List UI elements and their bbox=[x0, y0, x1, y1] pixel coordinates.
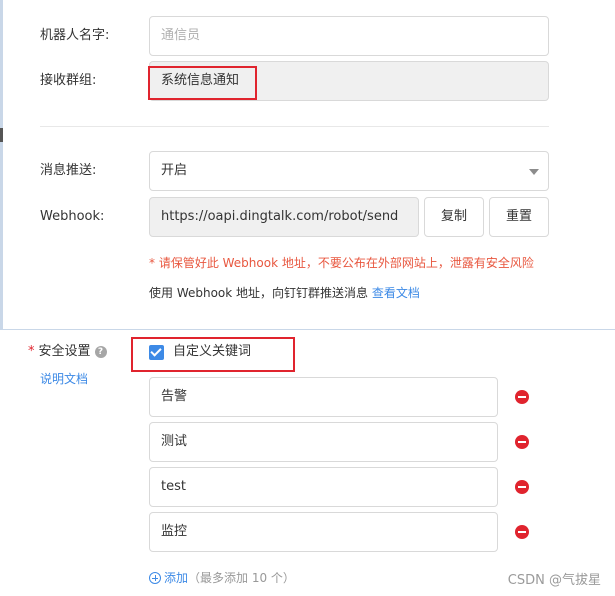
add-keyword-label: 添加 bbox=[164, 571, 189, 585]
panel-edge-marker bbox=[0, 128, 3, 142]
robot-name-label: 机器人名字: bbox=[40, 28, 110, 43]
view-docs-link[interactable]: 查看文档 bbox=[372, 286, 420, 300]
webhook-hint-text: 使用 Webhook 地址，向钉钉群推送消息 bbox=[149, 286, 369, 300]
help-icon[interactable]: ? bbox=[94, 345, 107, 358]
receive-group-label: 接收群组: bbox=[40, 73, 97, 88]
webhook-field: https://oapi.dingtalk.com/robot/send bbox=[149, 197, 419, 237]
section-divider bbox=[40, 126, 549, 127]
highlight-box-keywords bbox=[131, 337, 295, 372]
message-push-value: 开启 bbox=[161, 163, 188, 178]
add-circle-icon bbox=[149, 572, 161, 584]
message-push-label: 消息推送: bbox=[40, 163, 97, 178]
webhook-hint: 使用 Webhook 地址，向钉钉群推送消息 查看文档 bbox=[149, 284, 420, 301]
webhook-label: Webhook: bbox=[40, 209, 105, 224]
add-keyword-link[interactable]: 添加（最多添加 10 个） bbox=[149, 569, 295, 586]
copy-button[interactable]: 复制 bbox=[424, 197, 484, 237]
required-mark: * bbox=[28, 344, 35, 359]
keyword-input-4[interactable]: 监控 bbox=[149, 512, 498, 552]
watermark: CSDN @气拔星 bbox=[507, 573, 601, 588]
webhook-warning: * 请保管好此 Webhook 地址，不要公布在外部网站上，泄露有安全风险 bbox=[149, 256, 534, 270]
security-settings-text: 安全设置 bbox=[38, 344, 91, 359]
remove-keyword-icon-4[interactable] bbox=[515, 525, 529, 539]
remove-keyword-icon-2[interactable] bbox=[515, 435, 529, 449]
security-settings-label: * 安全设置? bbox=[28, 342, 107, 362]
keyword-input-2[interactable]: 测试 bbox=[149, 422, 498, 462]
keyword-input-1[interactable]: 告警 bbox=[149, 377, 498, 417]
security-docs-link[interactable]: 说明文档 bbox=[40, 370, 88, 387]
remove-keyword-icon-1[interactable] bbox=[515, 390, 529, 404]
add-limit-note: （最多添加 10 个） bbox=[188, 571, 295, 585]
remove-keyword-icon-3[interactable] bbox=[515, 480, 529, 494]
caret-down-icon bbox=[529, 169, 539, 175]
highlight-box-group bbox=[148, 66, 257, 100]
keyword-input-3[interactable]: test bbox=[149, 467, 498, 507]
robot-name-input[interactable]: 通信员 bbox=[149, 16, 549, 56]
reset-button[interactable]: 重置 bbox=[489, 197, 549, 237]
message-push-select[interactable]: 开启 bbox=[149, 151, 549, 191]
